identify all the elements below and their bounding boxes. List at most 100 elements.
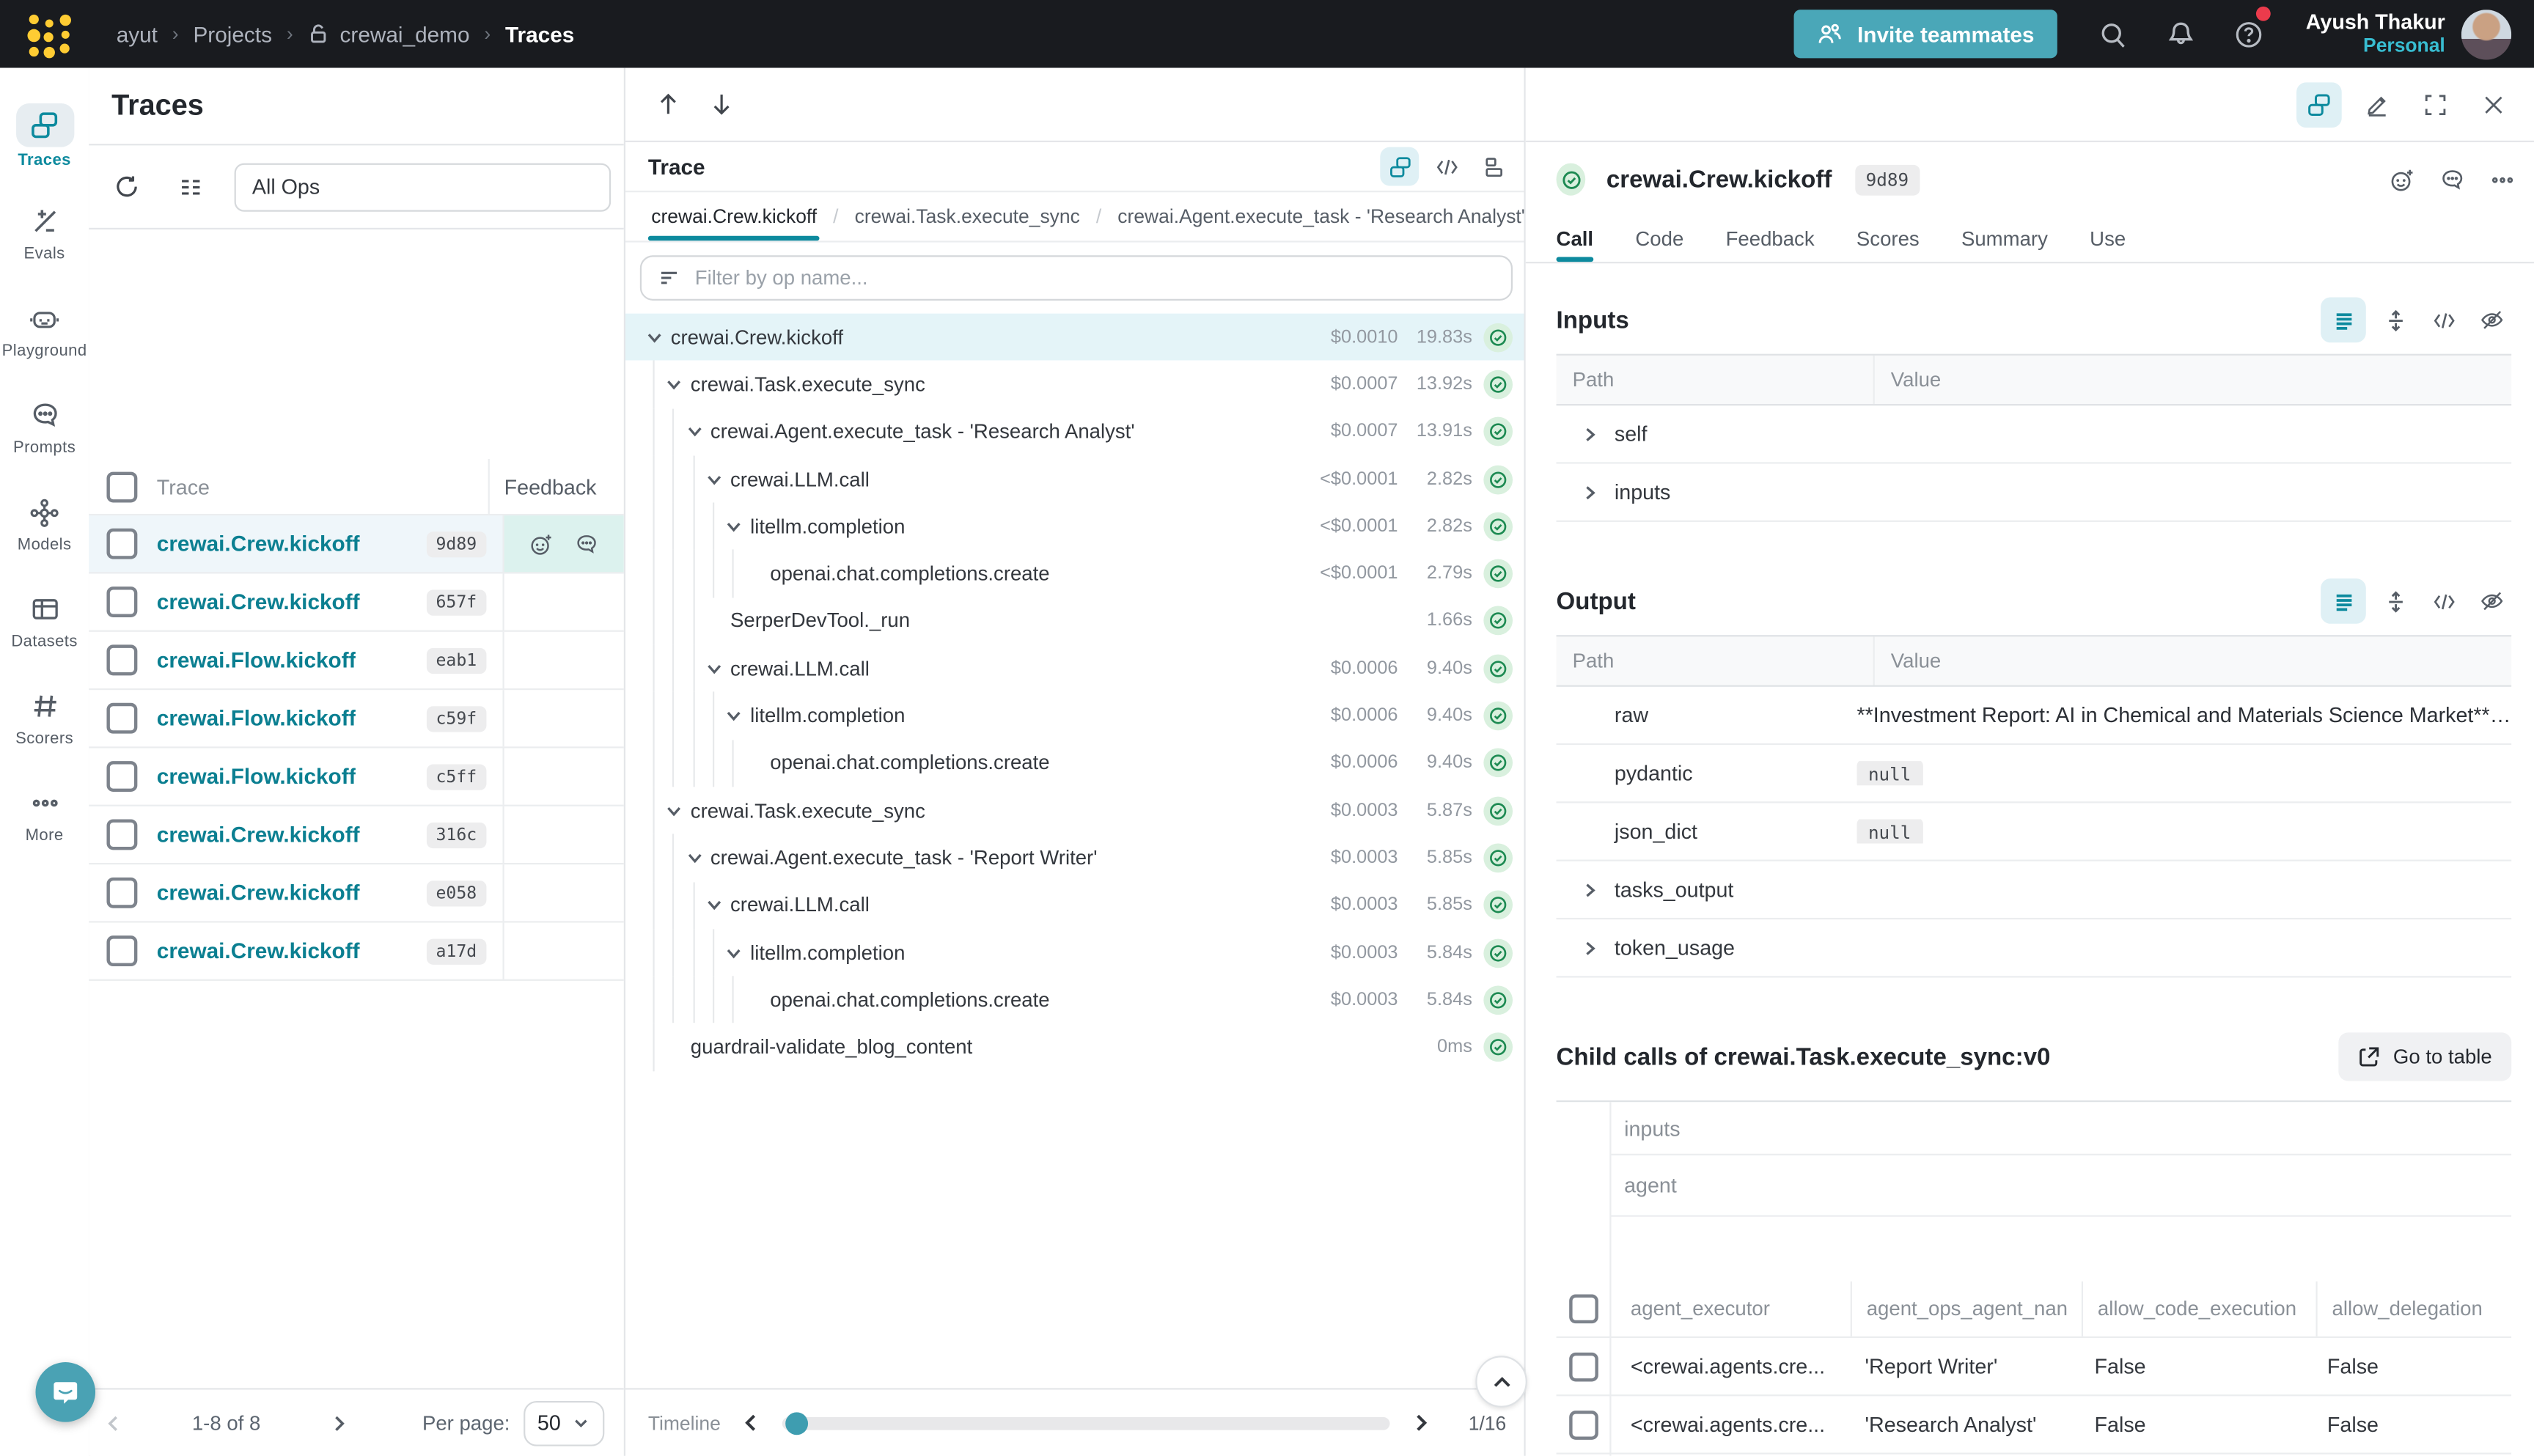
child-call-row[interactable]: <crewai.agents.cre... 'Research Analyst'… bbox=[1557, 1396, 2512, 1454]
invite-teammates-button[interactable]: Invite teammates bbox=[1794, 10, 2057, 58]
tab-summary[interactable]: Summary bbox=[1961, 216, 2048, 262]
tab-use[interactable]: Use bbox=[2090, 216, 2126, 262]
arrow-down-icon[interactable] bbox=[708, 90, 735, 117]
chevron-down-icon[interactable] bbox=[647, 329, 663, 345]
tab-code[interactable]: Code bbox=[1635, 216, 1683, 262]
avatar[interactable] bbox=[2461, 9, 2511, 59]
prev-page-button[interactable] bbox=[89, 1413, 137, 1432]
trace-table-row[interactable]: crewai.Flow.kickoff c5ff bbox=[89, 748, 624, 806]
breadcrumb-entity[interactable]: ayut bbox=[117, 22, 158, 46]
column-header-trace[interactable]: Trace bbox=[157, 474, 488, 499]
trace-table-row[interactable]: crewai.Crew.kickoff 9d89 bbox=[89, 515, 624, 573]
output-row-json-dict[interactable]: json_dict null bbox=[1557, 803, 2512, 861]
chevron-down-icon[interactable] bbox=[686, 850, 702, 866]
search-button[interactable] bbox=[2079, 0, 2148, 68]
trace-table-row[interactable]: crewai.Flow.kickoff c59f bbox=[89, 690, 624, 748]
row-checkbox[interactable] bbox=[106, 644, 137, 675]
trace-tree-row[interactable]: litellm.completion $0.0003 5.84s bbox=[625, 929, 1526, 977]
row-checkbox[interactable] bbox=[106, 703, 137, 734]
row-checkbox[interactable] bbox=[1569, 1352, 1598, 1381]
expand-button[interactable] bbox=[2413, 81, 2458, 127]
detail-tree-view-button[interactable] bbox=[2296, 81, 2342, 127]
output-list-view-button[interactable] bbox=[2321, 578, 2366, 624]
trace-tree-row[interactable]: crewai.LLM.call <$0.0001 2.82s bbox=[625, 455, 1526, 503]
chevron-down-icon[interactable] bbox=[706, 471, 722, 488]
sidebar-item-playground[interactable]: Playground bbox=[0, 282, 89, 378]
timeline-prev-button[interactable] bbox=[737, 1412, 766, 1433]
output-code-view-button[interactable] bbox=[2424, 581, 2463, 620]
child-call-row[interactable]: <crewai.agents.cre... 'Report Writer' Fa… bbox=[1557, 1338, 2512, 1396]
chevron-down-icon[interactable] bbox=[686, 424, 702, 440]
trace-tree-row[interactable]: crewai.LLM.call $0.0003 5.85s bbox=[625, 881, 1526, 929]
call-id-badge[interactable]: 9d89 bbox=[1854, 164, 1920, 195]
row-checkbox[interactable] bbox=[106, 761, 137, 792]
row-checkbox[interactable] bbox=[106, 529, 137, 559]
inputs-list-view-button[interactable] bbox=[2321, 298, 2366, 343]
trace-tab-0[interactable]: crewai.Crew.kickoff bbox=[648, 192, 820, 240]
input-row-inputs[interactable]: inputs bbox=[1557, 464, 2512, 522]
user-info[interactable]: Ayush Thakur Personal bbox=[2306, 11, 2445, 57]
trace-table-row[interactable]: crewai.Crew.kickoff e058 bbox=[89, 864, 624, 922]
breadcrumb-project[interactable]: crewai_demo bbox=[307, 22, 469, 46]
timeline-slider-knob[interactable] bbox=[785, 1411, 808, 1434]
chevron-down-icon[interactable] bbox=[666, 803, 683, 819]
trace-tree-row[interactable]: crewai.LLM.call $0.0006 9.40s bbox=[625, 645, 1526, 693]
chevron-down-icon[interactable] bbox=[726, 944, 742, 960]
flame-graph-button[interactable] bbox=[1474, 147, 1513, 186]
output-row-tasks-output[interactable]: tasks_output bbox=[1557, 861, 2512, 919]
trace-tree-row[interactable]: crewai.Crew.kickoff $0.0010 19.83s bbox=[625, 314, 1526, 361]
trace-table-row[interactable]: crewai.Crew.kickoff 657f bbox=[89, 573, 624, 631]
column-settings-button[interactable] bbox=[169, 166, 211, 207]
trace-tree-row[interactable]: litellm.completion <$0.0001 2.82s bbox=[625, 503, 1526, 551]
chevron-down-icon[interactable] bbox=[726, 518, 742, 534]
output-row-raw[interactable]: raw **Investment Report: AI in Chemical … bbox=[1557, 687, 2512, 745]
output-hide-button[interactable] bbox=[2472, 581, 2511, 620]
inputs-hide-button[interactable] bbox=[2472, 301, 2511, 339]
trace-tree-row[interactable]: crewai.Agent.execute_task - 'Research An… bbox=[625, 408, 1526, 456]
notifications-button[interactable] bbox=[2148, 0, 2216, 68]
row-checkbox[interactable] bbox=[106, 587, 137, 617]
add-reaction-icon[interactable] bbox=[2389, 166, 2416, 193]
edit-button[interactable] bbox=[2354, 81, 2400, 127]
trace-tree-row[interactable]: SerperDevTool._run 1.66s bbox=[625, 598, 1526, 645]
inputs-expand-rows-button[interactable] bbox=[2376, 301, 2414, 339]
column-header-feedback[interactable]: Feedback bbox=[488, 459, 624, 514]
code-view-button[interactable] bbox=[1427, 147, 1466, 186]
sidebar-item-traces[interactable]: Traces bbox=[0, 87, 89, 184]
output-row-pydantic[interactable]: pydantic null bbox=[1557, 745, 2512, 803]
trace-name-link[interactable]: crewai.Crew.kickoff bbox=[157, 589, 360, 614]
trace-name-link[interactable]: crewai.Crew.kickoff bbox=[157, 880, 360, 905]
go-to-table-button[interactable]: Go to table bbox=[2338, 1032, 2511, 1081]
trace-name-link[interactable]: crewai.Crew.kickoff bbox=[157, 532, 360, 556]
sidebar-item-prompts[interactable]: Prompts bbox=[0, 378, 89, 475]
select-all-checkbox[interactable] bbox=[1569, 1294, 1598, 1323]
op-name-filter-input[interactable]: Filter by op name... bbox=[640, 255, 1513, 301]
trace-tree-row[interactable]: litellm.completion $0.0006 9.40s bbox=[625, 692, 1526, 740]
output-expand-rows-button[interactable] bbox=[2376, 581, 2414, 620]
trace-name-link[interactable]: crewai.Flow.kickoff bbox=[157, 706, 356, 730]
arrow-up-icon[interactable] bbox=[655, 90, 682, 117]
add-reaction-icon[interactable] bbox=[529, 531, 554, 556]
chevron-down-icon[interactable] bbox=[666, 376, 683, 392]
per-page-select[interactable]: 50 bbox=[523, 1400, 604, 1446]
trace-table-row[interactable]: crewai.Crew.kickoff 316c bbox=[89, 806, 624, 864]
close-button[interactable] bbox=[2471, 81, 2516, 127]
trace-tab-1[interactable]: crewai.Task.execute_sync bbox=[851, 192, 1083, 240]
trace-tree-row[interactable]: openai.chat.completions.create $0.0003 5… bbox=[625, 977, 1526, 1024]
trace-tree-row[interactable]: openai.chat.completions.create $0.0006 9… bbox=[625, 740, 1526, 787]
timeline-slider[interactable] bbox=[782, 1416, 1390, 1430]
trace-name-link[interactable]: crewai.Crew.kickoff bbox=[157, 823, 360, 847]
trace-name-link[interactable]: crewai.Flow.kickoff bbox=[157, 765, 356, 789]
next-page-button[interactable] bbox=[315, 1413, 364, 1432]
trace-name-link[interactable]: crewai.Crew.kickoff bbox=[157, 939, 360, 963]
refresh-button[interactable] bbox=[105, 166, 147, 207]
inputs-code-view-button[interactable] bbox=[2424, 301, 2463, 339]
sidebar-item-scorers[interactable]: Scorers bbox=[0, 669, 89, 765]
tab-feedback[interactable]: Feedback bbox=[1726, 216, 1815, 262]
sidebar-item-models[interactable]: Models bbox=[0, 475, 89, 572]
sidebar-item-datasets[interactable]: Datasets bbox=[0, 572, 89, 669]
trace-table-row[interactable]: crewai.Flow.kickoff eab1 bbox=[89, 632, 624, 690]
row-checkbox[interactable] bbox=[106, 819, 137, 850]
sidebar-item-more[interactable]: More bbox=[0, 766, 89, 863]
row-checkbox[interactable] bbox=[106, 878, 137, 908]
